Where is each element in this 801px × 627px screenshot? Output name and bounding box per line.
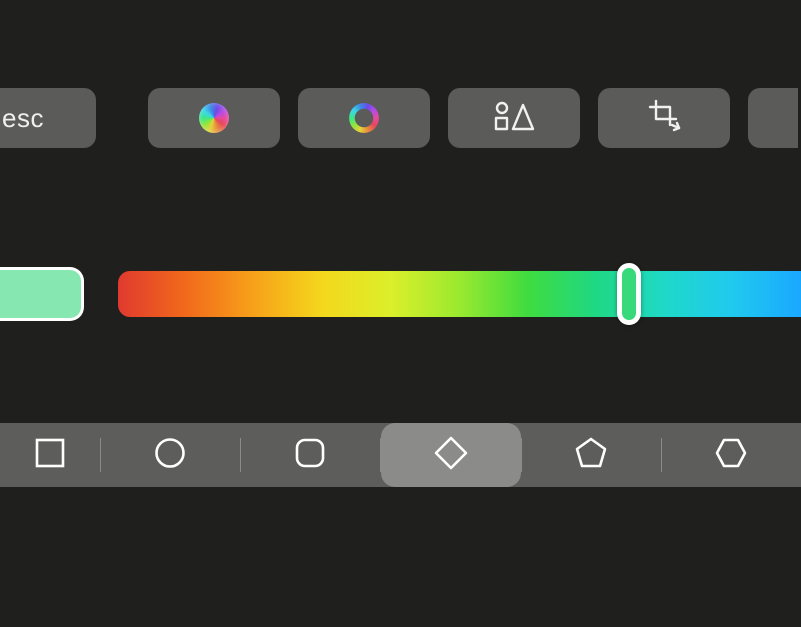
- pentagon-icon: [574, 436, 608, 475]
- color-disc-icon: [199, 103, 229, 133]
- stroke-color-button[interactable]: [298, 88, 430, 148]
- crop-button[interactable]: [598, 88, 730, 148]
- shapes-icon: [493, 100, 535, 137]
- shapes-button[interactable]: [448, 88, 580, 148]
- more-button[interactable]: [748, 88, 798, 148]
- shapes-bar: [0, 423, 801, 487]
- shape-pentagon[interactable]: [521, 423, 661, 487]
- shape-rounded-square[interactable]: [240, 423, 380, 487]
- esc-button[interactable]: esc: [0, 88, 96, 148]
- shape-diamond[interactable]: [381, 423, 521, 487]
- hue-slider[interactable]: [118, 271, 801, 317]
- diamond-icon: [433, 435, 469, 476]
- shape-square[interactable]: [0, 423, 100, 487]
- crop-icon: [646, 99, 682, 138]
- square-icon: [34, 437, 66, 474]
- shape-hexagon[interactable]: [661, 423, 801, 487]
- color-ring-icon: [349, 103, 379, 133]
- touchbar-toolbar: esc: [0, 88, 801, 148]
- fill-color-button[interactable]: [148, 88, 280, 148]
- hue-row: [0, 263, 801, 325]
- hue-slider-thumb[interactable]: [617, 263, 641, 325]
- hexagon-icon: [714, 436, 748, 475]
- shape-circle[interactable]: [100, 423, 240, 487]
- current-color-swatch[interactable]: [0, 267, 84, 321]
- circle-icon: [154, 437, 186, 474]
- rounded-square-icon: [294, 437, 326, 474]
